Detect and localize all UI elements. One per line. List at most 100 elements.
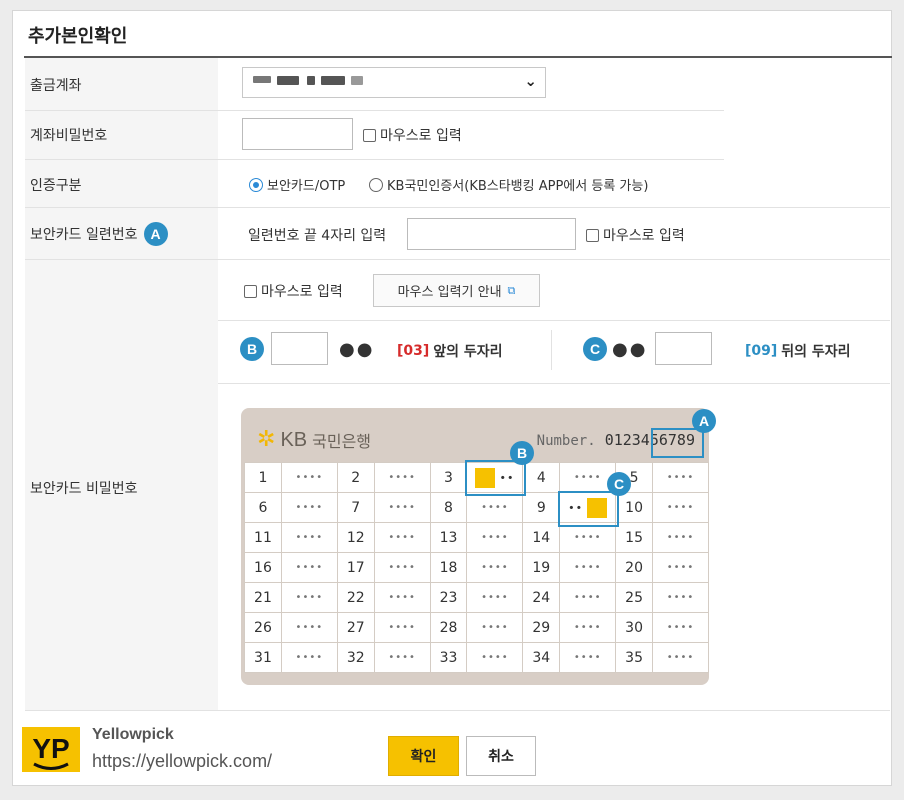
card-grid-row: 26 •••• 27 •••• 28 •••• 29 •••• 30 •••• xyxy=(244,612,709,643)
serial-label-text: 보안카드 일련번호 xyxy=(30,227,138,243)
svg-text:YP: YP xyxy=(32,733,69,764)
code-value: •••• xyxy=(373,462,431,493)
code-value: •••• xyxy=(373,522,431,553)
code-value: •••• xyxy=(466,582,524,613)
code-number: 20 xyxy=(615,552,654,583)
code-number: 35 xyxy=(615,642,654,673)
security-card: ✲ KB 국민은행 Number. 0123456789 1 •••• 2 •••• 3… xyxy=(241,408,709,685)
serial-prompt: 일련번호 끝 4자리 입력 xyxy=(248,228,387,244)
checkbox-icon xyxy=(363,128,376,142)
code-number: 27 xyxy=(336,612,375,643)
badge-a: A xyxy=(143,222,168,246)
watermark-name: Yellowpick xyxy=(92,726,174,743)
confirm-button[interactable]: 확인 xyxy=(388,736,459,776)
code-value: •••• xyxy=(280,522,338,553)
code-value: •••• xyxy=(280,462,338,493)
code-number: 13 xyxy=(429,522,468,553)
front-digits-input[interactable] xyxy=(271,332,328,365)
code-value: •••• xyxy=(373,492,431,523)
code-value: •••• xyxy=(652,552,709,583)
code-value: •••• xyxy=(466,522,524,553)
code-number: 23 xyxy=(429,582,468,613)
code-number: 24 xyxy=(522,582,561,613)
code-number: 10 xyxy=(615,492,654,523)
serial-mouse-input-checkbox[interactable]: 마우스로 입력 xyxy=(586,225,685,245)
code-number: 3 xyxy=(429,462,468,493)
auth-radio-certificate[interactable]: KB국민인증서(KB스타뱅킹 APP에서 등록 가능) xyxy=(369,175,648,194)
auth-radio-securitycard[interactable]: 보안카드/OTP xyxy=(249,175,345,194)
back-digits-input[interactable] xyxy=(655,332,712,365)
card-number-label: Number. xyxy=(536,433,596,449)
code-number: 2 xyxy=(336,462,375,493)
code-value: •••• xyxy=(280,552,338,583)
kb-star-icon: ✲ xyxy=(257,427,276,452)
checkbox-icon xyxy=(244,284,257,298)
code-number: 34 xyxy=(522,642,561,673)
code-value: •••• xyxy=(652,612,709,643)
code-value: •••• xyxy=(280,492,338,523)
masked-account-text xyxy=(351,76,363,85)
code-value: •••• xyxy=(466,642,524,673)
row-divider xyxy=(25,207,890,208)
account-password-input[interactable] xyxy=(242,118,353,150)
account-label: 출금계좌 xyxy=(30,78,82,94)
mouse-guide-button[interactable]: 마우스 입력기 안내 ⧉ xyxy=(373,274,540,307)
front-hint: [03] 앞의 두자리 xyxy=(397,341,503,361)
code-9-highlight xyxy=(558,491,619,527)
code-3-highlight xyxy=(465,460,526,496)
code-number: 4 xyxy=(522,462,561,493)
masked-account-text xyxy=(307,76,315,85)
auth-type-label: 인증구분 xyxy=(30,178,82,194)
code-value: •••• xyxy=(280,642,338,673)
password-mouse-input-checkbox[interactable]: 마우스로 입력 xyxy=(363,125,462,145)
radio-label: KB국민인증서(KB스타뱅킹 APP에서 등록 가능) xyxy=(387,179,649,194)
code-number: 31 xyxy=(244,642,282,673)
code-number: 29 xyxy=(522,612,561,643)
code-value: •••• xyxy=(559,552,617,583)
row-divider xyxy=(218,320,890,321)
code-number: 12 xyxy=(336,522,375,553)
code-number: 11 xyxy=(244,522,282,553)
code-number: 9 xyxy=(522,492,561,523)
code-value: •••• xyxy=(652,582,709,613)
yellowpick-logo: YP xyxy=(22,727,80,772)
cancel-button[interactable]: 취소 xyxy=(466,736,536,776)
code-number: 22 xyxy=(336,582,375,613)
badge-b: B xyxy=(240,337,264,361)
radio-label: 보안카드/OTP xyxy=(267,179,346,194)
code-value: •••• xyxy=(280,612,338,643)
card-grid-row: 16 •••• 17 •••• 18 •••• 19 •••• 20 •••• xyxy=(244,552,709,583)
radio-selected-icon xyxy=(249,177,263,192)
badge-c: C xyxy=(583,337,607,361)
radio-icon xyxy=(369,177,383,192)
checkbox-icon xyxy=(586,228,599,242)
masked-account-text xyxy=(253,76,271,83)
bank-name: 국민은행 xyxy=(312,432,372,451)
code-value: •••• xyxy=(652,492,709,523)
code-value: •••• xyxy=(373,642,431,673)
code-value: •••• xyxy=(373,612,431,643)
front-hint-number: [03] xyxy=(397,343,430,359)
front-hint-text: 앞의 두자리 xyxy=(433,344,503,360)
code-value: •••• xyxy=(373,552,431,583)
code-number: 21 xyxy=(244,582,282,613)
row-divider xyxy=(25,710,890,711)
badge-b: B xyxy=(510,441,534,465)
code-value: •••• xyxy=(559,522,617,553)
masked-account-text xyxy=(277,76,299,85)
code-number: 7 xyxy=(336,492,375,523)
card-grid-row: 31 •••• 32 •••• 33 •••• 34 •••• 35 •••• xyxy=(244,642,709,673)
serial-input[interactable] xyxy=(407,218,576,250)
serial-label: 보안카드 일련번호 A xyxy=(30,222,168,246)
row-divider xyxy=(25,110,724,111)
code-number: 15 xyxy=(615,522,654,553)
row-divider xyxy=(25,259,890,260)
row-divider xyxy=(218,383,890,384)
chevron-down-icon: ⌄ xyxy=(524,72,537,90)
secret-mouse-input-checkbox[interactable]: 마우스로 입력 xyxy=(244,281,343,301)
code-number: 16 xyxy=(244,552,282,583)
account-select[interactable]: ⌄ xyxy=(242,67,546,98)
code-value: •••• xyxy=(466,552,524,583)
code-value: •••• xyxy=(466,492,524,523)
secret-label: 보안카드 비밀번호 xyxy=(30,481,138,497)
